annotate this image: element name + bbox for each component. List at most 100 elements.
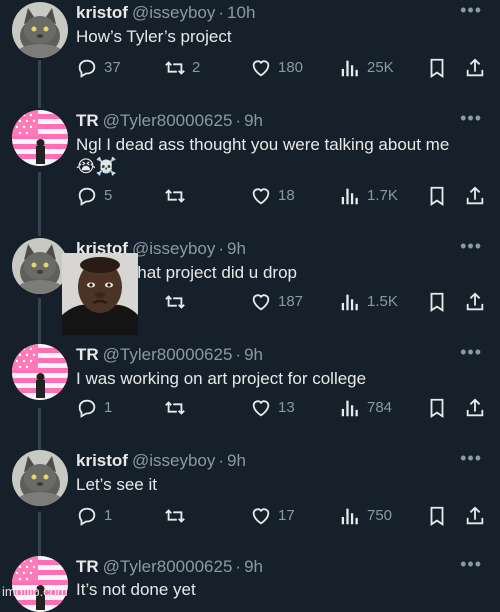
view-count: 784 xyxy=(367,399,393,416)
view-count: 1.7K xyxy=(367,187,398,204)
like-count: 180 xyxy=(278,59,304,76)
tweet[interactable]: TR @Tyler80000625 · 9h ••• I was working on… xyxy=(0,343,500,434)
share-icon xyxy=(464,185,486,207)
separator-dot: · xyxy=(235,111,242,130)
views-icon xyxy=(339,57,361,79)
handle[interactable]: @Tyler80000625 xyxy=(103,111,233,130)
share-icon xyxy=(464,397,486,419)
more-options-icon[interactable]: ••• xyxy=(460,109,482,127)
share-icon xyxy=(464,57,486,79)
flag-avatar-icon xyxy=(12,110,68,166)
display-name[interactable]: TR xyxy=(76,345,99,364)
views-icon xyxy=(339,505,361,527)
heart-icon xyxy=(250,57,272,79)
avatar[interactable] xyxy=(12,344,68,400)
more-options-icon[interactable]: ••• xyxy=(460,449,482,467)
retweet-icon xyxy=(164,397,186,419)
overlay-photo xyxy=(62,253,138,335)
retweet-icon xyxy=(164,291,186,313)
separator-dot: · xyxy=(235,557,242,576)
reply-count: 1 xyxy=(104,399,113,416)
tweet-text: I was working on art project for college xyxy=(76,369,367,388)
reply-count: 1 xyxy=(104,507,113,524)
avatar[interactable] xyxy=(12,450,68,506)
timestamp[interactable]: 9h xyxy=(244,111,263,130)
tweet-header: kristof @isseyboy · 10h xyxy=(76,2,460,24)
cat-avatar-icon xyxy=(12,238,68,294)
timestamp[interactable]: 9h xyxy=(227,451,246,470)
display-name[interactable]: kristof xyxy=(76,451,128,470)
more-options-icon[interactable]: ••• xyxy=(460,343,482,361)
bookmark-icon xyxy=(426,57,448,79)
view-count: 1.5K xyxy=(367,293,398,310)
reply-icon xyxy=(76,185,98,207)
timestamp[interactable]: 10h xyxy=(227,3,255,22)
tweet-actions: 37 2 180 25K xyxy=(76,56,486,80)
tweet-text: It’s not done yet xyxy=(76,580,196,599)
retweet-icon xyxy=(164,505,186,527)
watermark: imgflip.com xyxy=(2,584,68,599)
handle[interactable]: @isseyboy xyxy=(132,3,215,22)
tweet-text: what project did u drop xyxy=(125,263,297,282)
reply-icon xyxy=(76,397,98,419)
views-icon xyxy=(339,291,361,313)
tweet-actions: 5 18 1.7K xyxy=(76,184,486,208)
more-options-icon[interactable]: ••• xyxy=(460,555,482,573)
separator-dot: · xyxy=(218,239,225,258)
handle[interactable]: @Tyler80000625 xyxy=(103,557,233,576)
separator-dot: · xyxy=(235,345,242,364)
avatar[interactable] xyxy=(12,2,68,58)
reply-icon xyxy=(76,505,98,527)
tweet-text: How’s Tyler’s project xyxy=(76,27,232,46)
cat-avatar-icon xyxy=(12,450,68,506)
tweet[interactable]: kristof @isseyboy · 9h ••• Let’s see it 1 1… xyxy=(0,449,500,540)
bookmark-icon xyxy=(426,185,448,207)
tweet[interactable]: TR @Tyler80000625 · 9h ••• Ngl I dead ass t… xyxy=(0,109,500,220)
tweet-text: Ngl I dead ass thought you were talking … xyxy=(76,134,460,178)
like-count: 18 xyxy=(278,187,295,204)
reply-icon xyxy=(76,57,98,79)
display-name[interactable]: kristof xyxy=(76,3,128,22)
handle[interactable]: @Tyler80000625 xyxy=(103,345,233,364)
more-options-icon[interactable]: ••• xyxy=(460,1,482,19)
views-icon xyxy=(339,397,361,419)
tweet[interactable]: kristof @isseyboy · 10h ••• How’s Tyler’s p… xyxy=(0,1,500,92)
tweet-header: TR @Tyler80000625 · 9h xyxy=(76,110,460,132)
reply-count: 37 xyxy=(104,59,121,76)
timestamp[interactable]: 9h xyxy=(244,557,263,576)
avatar[interactable] xyxy=(12,238,68,294)
handle[interactable]: @isseyboy xyxy=(132,451,215,470)
display-name[interactable]: TR xyxy=(76,557,99,576)
handle[interactable]: @isseyboy xyxy=(132,239,215,258)
tweet-text: Let’s see it xyxy=(76,475,157,494)
flag-avatar-icon xyxy=(12,344,68,400)
tweet-header: TR @Tyler80000625 · 9h xyxy=(76,344,460,366)
bookmark-icon xyxy=(426,397,448,419)
timestamp[interactable]: 9h xyxy=(244,345,263,364)
heart-icon xyxy=(250,291,272,313)
separator-dot: · xyxy=(218,451,225,470)
tweet-actions: 1 17 750 xyxy=(76,504,486,528)
retweet-icon xyxy=(164,57,186,79)
tweet-text-body: Ngl I dead ass thought you were talking … xyxy=(76,135,450,154)
retweet-count: 2 xyxy=(192,59,201,76)
tweet-actions: 1 13 784 xyxy=(76,396,486,420)
timestamp[interactable]: 9h xyxy=(227,239,246,258)
share-icon xyxy=(464,505,486,527)
views-icon xyxy=(339,185,361,207)
avatar[interactable] xyxy=(12,110,68,166)
heart-icon xyxy=(250,185,272,207)
share-icon xyxy=(464,291,486,313)
retweet-icon xyxy=(164,185,186,207)
cat-avatar-icon xyxy=(12,2,68,58)
man-photo-icon xyxy=(62,253,138,335)
separator-dot: · xyxy=(218,3,225,22)
display-name[interactable]: TR xyxy=(76,111,99,130)
view-count: 750 xyxy=(367,507,393,524)
heart-icon xyxy=(250,397,272,419)
tweet-header: TR @Tyler80000625 · 9h xyxy=(76,556,460,578)
tweet[interactable]: TR @Tyler80000625 · 9h ••• It’s not done ye… xyxy=(0,555,500,600)
like-count: 17 xyxy=(278,507,295,524)
more-options-icon[interactable]: ••• xyxy=(460,237,482,255)
thread: kristof @isseyboy · 10h ••• How’s Tyler’s p… xyxy=(0,0,500,600)
